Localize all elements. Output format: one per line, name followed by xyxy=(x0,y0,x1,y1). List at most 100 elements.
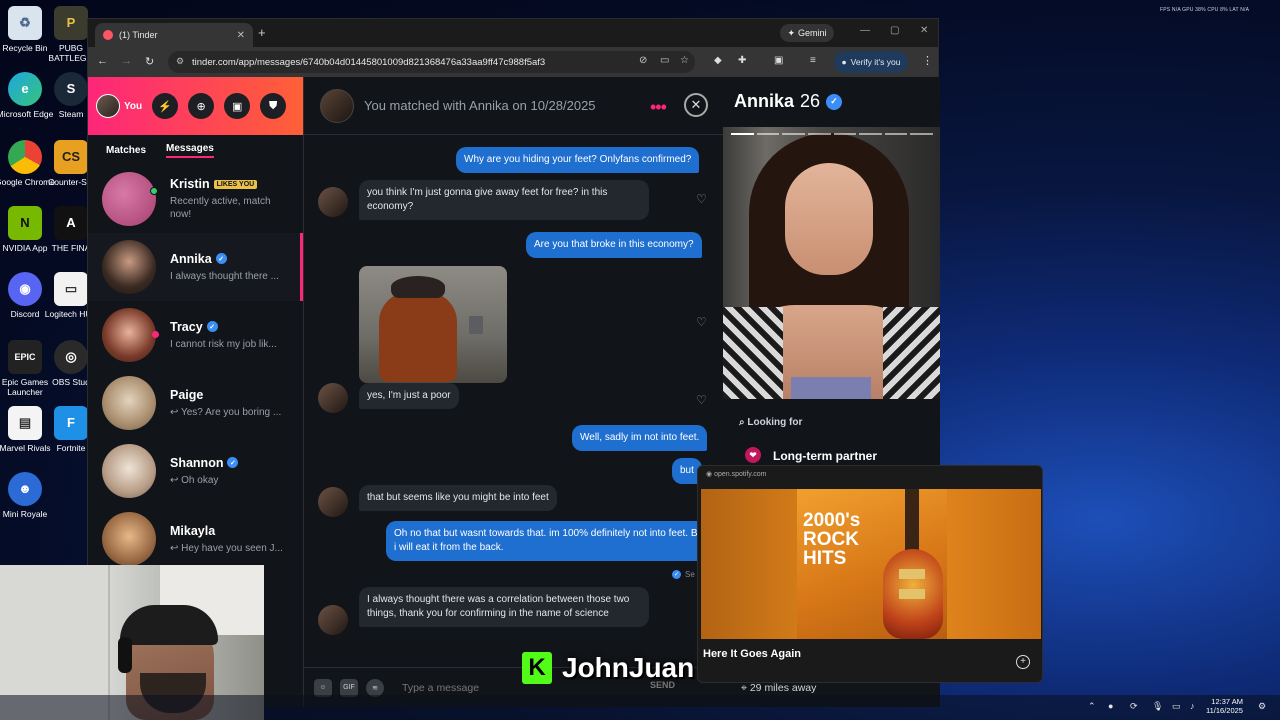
tinder-favicon-icon xyxy=(103,30,113,40)
tab-messages[interactable]: Messages xyxy=(166,143,214,158)
verify-profile-button[interactable]: ● Verify it's you xyxy=(834,51,908,73)
message-input[interactable]: Type a message xyxy=(402,682,479,694)
recycle-bin-icon: ♻ xyxy=(8,6,42,40)
match-row-shannon[interactable]: Shannon ✓ ↩ Oh okay xyxy=(88,437,303,505)
sidebar-tabs: Matches Messages xyxy=(88,135,303,165)
sender-avatar xyxy=(318,383,348,413)
gif-image-message xyxy=(359,266,507,383)
tray-sync-icon[interactable]: ⟳ xyxy=(1130,701,1138,712)
looking-for-label: ⌕ Looking for xyxy=(739,417,803,428)
network-icon[interactable]: ▭ xyxy=(1172,701,1181,712)
add-to-library-icon[interactable]: + xyxy=(1016,655,1030,669)
briefcase-icon[interactable]: ▣ xyxy=(224,93,251,119)
profile-avatar-icon: ● xyxy=(841,57,847,67)
match-avatar[interactable] xyxy=(320,88,354,123)
sender-avatar xyxy=(318,605,348,635)
match-row-paige[interactable]: Paige ↩ Yes? Are you boring ... xyxy=(88,369,303,437)
like-heart-icon[interactable]: ♡ xyxy=(696,192,707,206)
eye-off-icon[interactable]: ⊘ xyxy=(639,55,647,66)
avatar xyxy=(102,172,156,226)
counter-strike-icon: CS xyxy=(54,140,88,174)
seen-indicator: ✓ Se xyxy=(672,570,695,579)
browser-menu-icon[interactable]: ⋮ xyxy=(922,54,933,67)
explore-compass-icon[interactable]: ⊕ xyxy=(188,93,215,119)
message-incoming: I always thought there was a correlation… xyxy=(359,587,649,627)
back-icon[interactable]: ← xyxy=(97,55,108,67)
track-title: Here It Goes Again xyxy=(703,648,802,660)
match-row-tracy[interactable]: Tracy ✓ I cannot risk my job lik... xyxy=(88,301,303,369)
album-art: 2000's ROCK HITS xyxy=(701,489,1041,639)
extension-diamond-icon[interactable]: ◆ xyxy=(714,55,722,66)
tab-matches[interactable]: Matches xyxy=(106,145,146,156)
gemini-button[interactable]: ✦ Gemini xyxy=(780,24,834,42)
kick-logo-icon: K xyxy=(522,652,552,684)
my-avatar[interactable] xyxy=(96,94,120,118)
epic-games-icon: EPIC xyxy=(8,340,42,374)
chat-panel: You matched with Annika on 10/28/2025 ••… xyxy=(304,77,723,707)
sidebar-header: You ⚡ ⊕ ▣ ⛊ xyxy=(88,77,303,135)
spotify-icon: ◉ xyxy=(706,471,713,478)
avatar xyxy=(102,308,156,362)
distance-text: ⌖ 29 miles away xyxy=(741,682,817,694)
extensions-puzzle-icon[interactable]: ✚ xyxy=(738,55,746,66)
maximize-icon[interactable]: ▢ xyxy=(890,25,899,36)
edge-icon: e xyxy=(8,72,42,106)
sticker-icon[interactable]: ☺ xyxy=(314,678,332,697)
site-info-icon[interactable]: ⚙ xyxy=(176,56,184,67)
match-row-annika[interactable]: Annika ✓ I always thought there ... xyxy=(88,233,303,301)
gemini-icon: ✦ xyxy=(787,27,796,38)
match-row-mikayla[interactable]: Mikayla ↩ Hey have you seen J... xyxy=(88,505,303,573)
avatar xyxy=(102,376,156,430)
verified-badge-icon: ✓ xyxy=(826,93,843,110)
close-chat-icon[interactable]: ✕ xyxy=(684,93,708,117)
like-heart-icon[interactable]: ♡ xyxy=(696,315,707,329)
spotify-pip-player[interactable]: ◉ open.spotify.com 2000's ROCK HITS Here… xyxy=(697,465,1043,683)
message-incoming: that but seems like you might be into fe… xyxy=(359,485,557,511)
message-outgoing: Why are you hiding your feet? Onlyfans c… xyxy=(456,147,700,173)
notifications-icon[interactable]: ⚙ xyxy=(1258,701,1266,712)
volume-icon[interactable]: ♪ xyxy=(1190,701,1195,711)
address-bar[interactable]: ⚙ tinder.com/app/messages/6740b04d014458… xyxy=(168,51,695,73)
avatar xyxy=(102,240,156,294)
verified-badge-icon: ✓ xyxy=(206,321,218,332)
verified-badge-icon: ✓ xyxy=(215,253,227,264)
forward-icon[interactable]: → xyxy=(121,55,132,67)
split-view-icon[interactable]: ▣ xyxy=(774,55,783,66)
close-tab-icon[interactable]: ✕ xyxy=(237,30,245,41)
microphone-icon[interactable]: 🎙 xyxy=(1152,701,1163,712)
streamer-cap xyxy=(120,605,218,645)
taskbar-clock[interactable]: 12:37 AM 11/16/2025 xyxy=(1206,697,1243,715)
close-window-icon[interactable]: ✕ xyxy=(920,25,928,36)
profile-photo[interactable] xyxy=(723,127,940,399)
like-heart-icon[interactable]: ♡ xyxy=(696,393,707,407)
show-hidden-icons-icon[interactable]: ⌃ xyxy=(1088,701,1096,712)
new-tab-icon[interactable]: + xyxy=(258,25,266,40)
mini-royale-icon: ☻ xyxy=(8,472,42,506)
guitar-pickup xyxy=(899,569,925,579)
avatar xyxy=(102,444,156,498)
message-outgoing: Oh no that but wasnt towards that. im 10… xyxy=(386,521,716,561)
more-options-icon[interactable]: ••• xyxy=(650,97,667,118)
reload-icon[interactable]: ↻ xyxy=(145,55,154,68)
taskbar: ⌃ ● ⟳ 🎙 ▭ ♪ 12:37 AM 11/16/2025 ⚙ xyxy=(0,695,1280,720)
gif-button[interactable]: GIF xyxy=(340,678,358,697)
avatar xyxy=(102,512,156,566)
bookmark-star-icon[interactable]: ☆ xyxy=(680,55,689,66)
desktop-icon-mini-royale[interactable]: ☻ Mini Royale xyxy=(0,472,58,519)
sender-avatar xyxy=(318,187,348,217)
cast-icon[interactable]: ▭ xyxy=(660,55,669,66)
photo-face xyxy=(785,163,873,275)
tray-app-icon[interactable]: ● xyxy=(1108,701,1113,711)
boost-icon[interactable]: ⚡ xyxy=(152,93,179,119)
streamer-name: JohnJuan xyxy=(562,652,695,683)
spotify-share-icon[interactable]: ≋ xyxy=(366,678,384,697)
streamer-watermark: K JohnJuan xyxy=(522,652,694,684)
photo-jacket xyxy=(723,307,783,399)
toolbar: ← → ↻ ⚙ tinder.com/app/messages/6740b04d… xyxy=(88,47,938,77)
shield-icon[interactable]: ⛊ xyxy=(260,93,287,119)
minimize-icon[interactable]: — xyxy=(860,25,870,36)
match-row-kristin[interactable]: Kristin LIKES YOU Recently active, match … xyxy=(88,165,303,233)
tab-tinder[interactable]: (1) Tinder ✕ xyxy=(95,23,253,47)
heart-arrow-icon: ❤ xyxy=(745,447,761,463)
reading-list-icon[interactable]: ≡ xyxy=(810,55,816,66)
